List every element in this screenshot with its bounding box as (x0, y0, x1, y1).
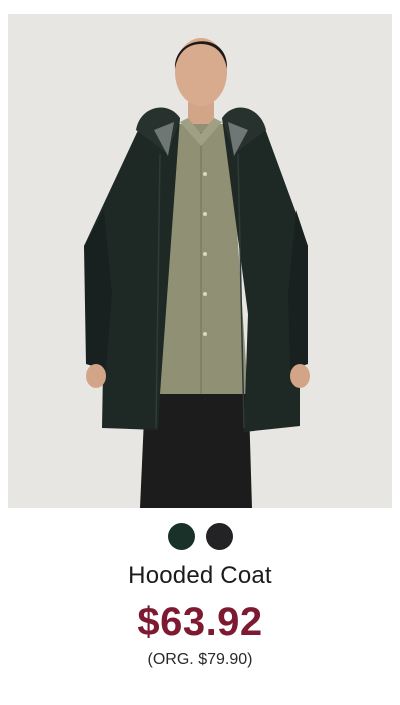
color-swatch-black[interactable] (205, 523, 233, 550)
product-image[interactable] (8, 14, 392, 508)
original-price: (ORG. $79.90) (147, 651, 253, 668)
product-card: Hooded Coat $63.92 (ORG. $79.90) (0, 0, 400, 705)
model-photo (8, 14, 392, 508)
sale-price: $63.92 (137, 600, 263, 644)
color-swatch-dark-green[interactable] (167, 523, 195, 550)
product-name[interactable]: Hooded Coat (0, 562, 400, 590)
color-swatches (0, 523, 400, 553)
